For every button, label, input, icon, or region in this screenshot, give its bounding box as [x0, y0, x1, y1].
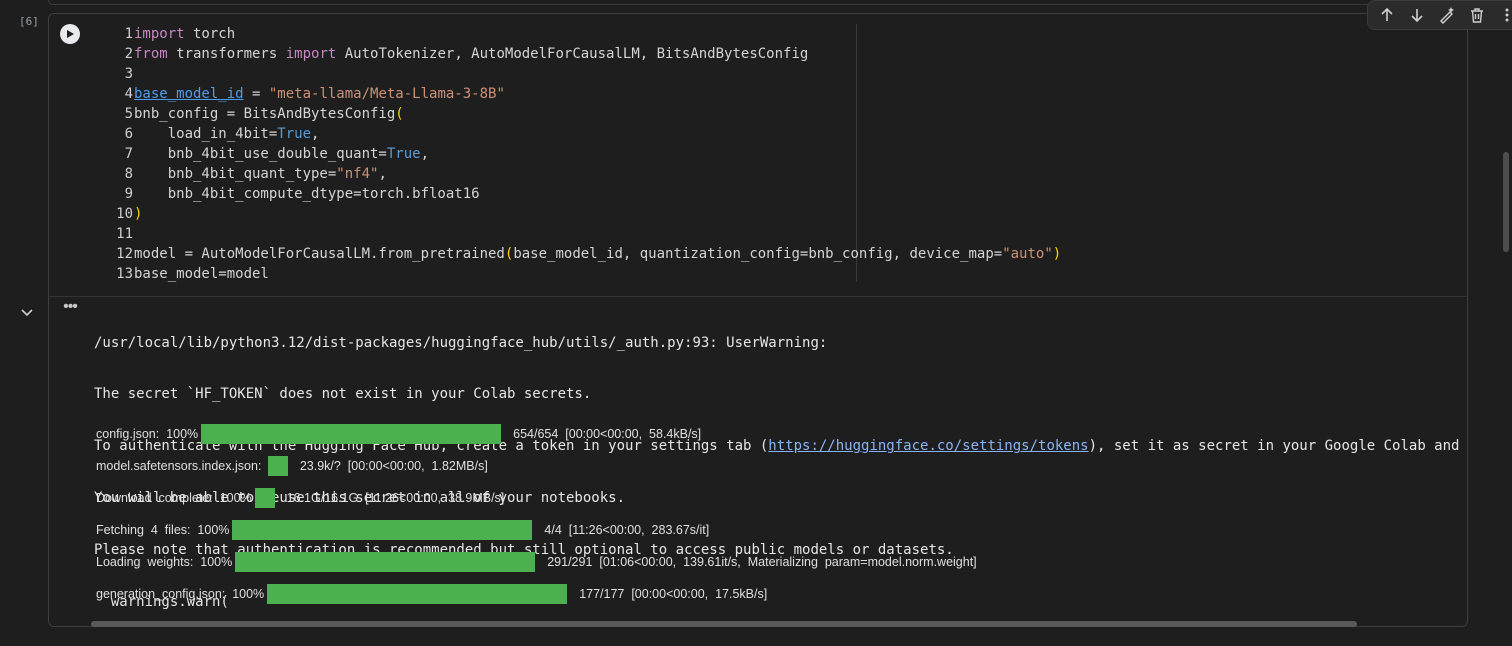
code-line[interactable]: 12model = AutoModelForCausalLM.from_pret… [109, 244, 1061, 264]
progress-bar [232, 520, 533, 540]
code-text[interactable]: bnb_4bit_use_double_quant=True, [134, 146, 429, 162]
line-number: 12 [116, 246, 133, 262]
progress-bar [254, 488, 275, 508]
horizontal-scrollbar[interactable] [91, 621, 1357, 627]
line-number: 3 [124, 66, 133, 82]
trash-icon [1471, 8, 1483, 23]
move-up-button[interactable] [1375, 3, 1399, 27]
code-text[interactable]: load_in_4bit=True, [134, 126, 320, 142]
stderr-line-tail: ), set it as secret in your Google Colab… [1088, 438, 1460, 455]
more-vert-icon [1505, 8, 1509, 22]
code-line[interactable]: 11 [109, 224, 1061, 244]
line-number: 2 [124, 46, 133, 62]
line-number: 9 [124, 186, 133, 202]
code-text[interactable]: base_model=model [134, 266, 269, 282]
code-text[interactable]: model = AutoModelForCausalLM.from_pretra… [134, 246, 1061, 262]
code-text[interactable]: base_model_id = "meta-llama/Meta-Llama-3… [134, 86, 505, 102]
stderr-line: /usr/local/lib/python3.12/dist-packages/… [94, 334, 828, 351]
code-editor[interactable]: 1import torch 2from transformers import A… [49, 14, 1467, 297]
arrow-up-icon [1381, 7, 1393, 21]
progress-label: model.safetensors.index.json: [96, 459, 265, 473]
code-line[interactable]: 10) [109, 204, 1061, 224]
line-number: 10 [116, 206, 133, 222]
play-icon [67, 30, 74, 38]
cell-output: ••• /usr/local/lib/python3.12/dist-packa… [21, 296, 1467, 627]
more-actions-button[interactable] [1495, 3, 1512, 27]
code-cell[interactable]: 1import torch 2from transformers import A… [21, 0, 1512, 627]
progress-row-config: config.json: 100% 654/654 [00:00<00:00, … [96, 423, 701, 445]
code-line[interactable]: 3 [109, 64, 1061, 84]
code-line[interactable]: 9 bnb_4bit_compute_dtype=torch.bfloat16 [109, 184, 1061, 204]
progress-row-download: Download complete: 100% 16.1G/16.1G [11:… [96, 487, 504, 509]
cell-toolbar [1367, 0, 1512, 30]
move-down-button[interactable] [1405, 3, 1429, 27]
code-line[interactable]: 6 load_in_4bit=True, [109, 124, 1061, 144]
previous-cell-edge [48, 0, 1470, 5]
collapse-output-button[interactable] [19, 304, 35, 320]
line-number: 1 [124, 26, 133, 42]
chevron-down-icon [21, 309, 33, 317]
code-line[interactable]: 2from transformers import AutoTokenizer,… [109, 44, 1061, 64]
progress-row-fetching: Fetching 4 files: 100% 4/4 [11:26<00:00,… [96, 519, 709, 541]
edit-magic-icon [1440, 7, 1454, 24]
edit-magic-button[interactable] [1435, 3, 1459, 27]
progress-bar [235, 552, 536, 572]
code-line[interactable]: 7 bnb_4bit_use_double_quant=True, [109, 144, 1061, 164]
progress-stats: 4/4 [11:26<00:00, 283.67s/it] [544, 523, 710, 537]
code-text[interactable]: import torch [134, 26, 235, 42]
vertical-scrollbar[interactable] [1503, 152, 1509, 252]
line-number: 5 [124, 106, 133, 122]
code-line[interactable]: 8 bnb_4bit_quant_type="nf4", [109, 164, 1061, 184]
progress-bar [267, 584, 568, 604]
line-number: 4 [124, 86, 133, 102]
progress-stats: 177/177 [00:00<00:00, 17.5kB/s] [579, 587, 768, 601]
progress-label: config.json: 100% [96, 427, 199, 441]
progress-stats: 16.1G/16.1G [11:26<00:00, 38.9MB/s] [286, 491, 505, 505]
code-text[interactable]: bnb_config = BitsAndBytesConfig( [134, 106, 404, 122]
progress-row-loading: Loading weights: 100% 291/291 [01:06<00:… [96, 551, 977, 573]
progress-stats: 654/654 [00:00<00:00, 58.4kB/s] [513, 427, 702, 441]
line-number: 11 [116, 226, 133, 242]
code-line[interactable]: 1import torch [109, 24, 1061, 44]
progress-stats: 291/291 [01:06<00:00, 139.61it/s, Materi… [547, 555, 977, 569]
line-number: 6 [124, 126, 133, 142]
code-text[interactable]: bnb_4bit_quant_type="nf4", [134, 166, 387, 182]
progress-row-generation-config: generation_config.json: 100% 177/177 [00… [96, 583, 767, 605]
progress-bar [201, 424, 502, 444]
arrow-down-icon [1411, 9, 1423, 23]
output-menu-button[interactable]: ••• [61, 299, 79, 318]
progress-label: Download complete: 100% [96, 491, 252, 505]
delete-cell-button[interactable] [1465, 3, 1489, 27]
code-text[interactable]: ) [134, 206, 142, 222]
code-lines[interactable]: 1import torch 2from transformers import A… [109, 24, 1061, 284]
line-number: 7 [124, 146, 133, 162]
code-text[interactable]: from transformers import AutoTokenizer, … [134, 46, 808, 62]
execution-count: [6] [19, 15, 39, 28]
run-cell-button[interactable] [60, 24, 80, 44]
code-text[interactable]: bnb_4bit_compute_dtype=torch.bfloat16 [134, 186, 480, 202]
progress-label: generation_config.json: 100% [96, 587, 265, 601]
code-line[interactable]: 13base_model=model [109, 264, 1061, 284]
progress-row-safetensors-index: model.safetensors.index.json: 23.9k/? [0… [96, 455, 488, 477]
progress-bar [267, 456, 288, 476]
stderr-line: The secret `HF_TOKEN` does not exist in … [94, 386, 592, 403]
huggingface-tokens-link[interactable]: https://huggingface.co/settings/tokens [768, 438, 1088, 454]
code-line[interactable]: 4base_model_id = "meta-llama/Meta-Llama-… [109, 84, 1061, 104]
code-line[interactable]: 5bnb_config = BitsAndBytesConfig( [109, 104, 1061, 124]
line-number: 8 [124, 166, 133, 182]
progress-stats: 23.9k/? [00:00<00:00, 1.82MB/s] [299, 459, 488, 473]
progress-label: Fetching 4 files: 100% [96, 523, 230, 537]
line-number: 13 [116, 266, 133, 282]
progress-label: Loading weights: 100% [96, 555, 233, 569]
